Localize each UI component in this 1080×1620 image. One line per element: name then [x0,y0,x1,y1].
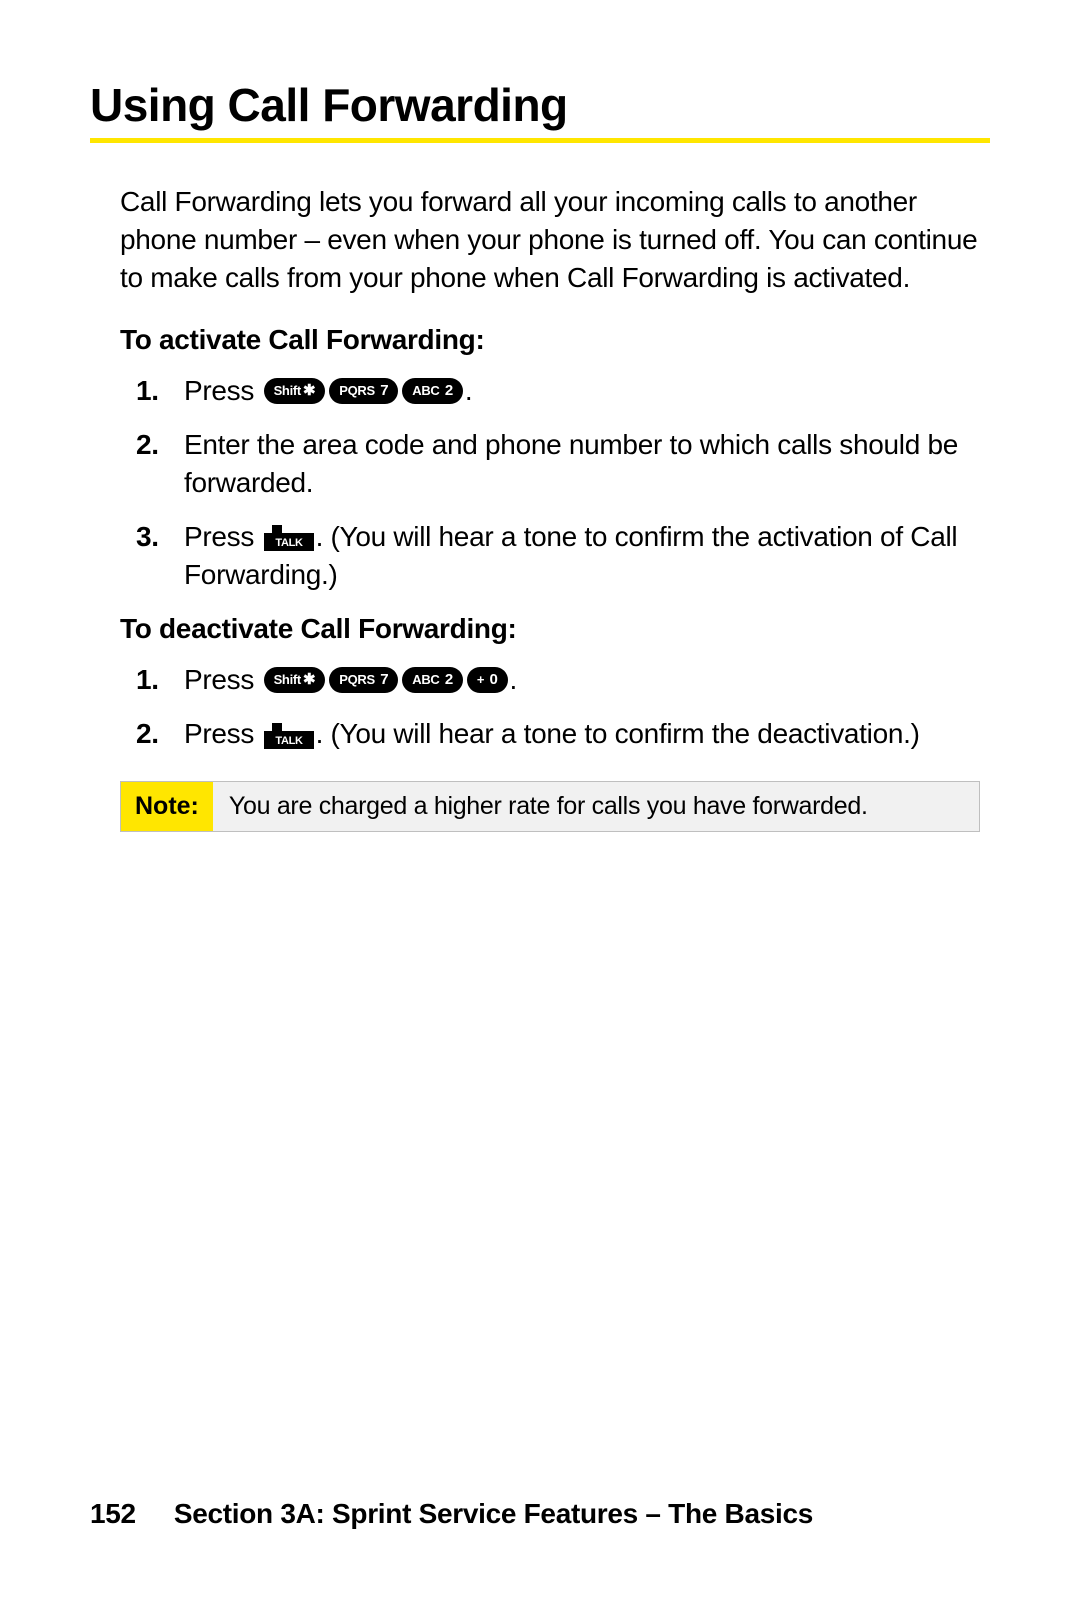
step-text: Press [184,375,262,406]
step-text: Press [184,718,262,749]
key-plus-0: + 0 [467,667,508,693]
step-text: Press [184,521,262,552]
step-text: . [465,375,472,406]
key-shift-star: Shift✱ [264,667,326,693]
activate-steps: Press Shift✱PQRS 7ABC 2. Enter the area … [120,372,980,593]
activate-step-2: Enter the area code and phone number to … [184,426,980,502]
section-label: Section 3A: Sprint Service Features – Th… [174,1498,813,1529]
note-text: You are charged a higher rate for calls … [213,782,979,831]
key-abc-2: ABC 2 [402,378,463,404]
step-text: . (You will hear a tone to confirm the d… [316,718,920,749]
key-pqrs-7: PQRS 7 [329,378,398,404]
deactivate-step-2: Press TALK . (You will hear a tone to co… [184,715,980,753]
activate-heading: To activate Call Forwarding: [120,324,980,356]
activate-step-1: Press Shift✱PQRS 7ABC 2. [184,372,980,410]
svg-text:TALK: TALK [275,537,303,549]
step-text: . [510,664,517,695]
activate-step-3: Press TALK . (You will hear a tone to co… [184,518,980,594]
page-title: Using Call Forwarding [90,78,990,143]
step-text: Press [184,664,262,695]
svg-text:TALK: TALK [275,735,303,747]
key-shift-star: Shift✱ [264,378,326,404]
key-talk-icon: TALK [264,719,314,749]
deactivate-steps: Press Shift✱PQRS 7ABC 2+ 0. Press TALK .… [120,661,980,753]
key-pqrs-7: PQRS 7 [329,667,398,693]
key-abc-2: ABC 2 [402,667,463,693]
intro-paragraph: Call Forwarding lets you forward all you… [120,183,980,296]
deactivate-step-1: Press Shift✱PQRS 7ABC 2+ 0. [184,661,980,699]
manual-page: Using Call Forwarding Call Forwarding le… [0,0,1080,1620]
deactivate-heading: To deactivate Call Forwarding: [120,613,980,645]
content-area: Call Forwarding lets you forward all you… [90,183,990,832]
note-box: Note: You are charged a higher rate for … [120,781,980,832]
key-talk-icon: TALK [264,521,314,551]
note-label: Note: [121,782,213,831]
page-number: 152 [90,1498,136,1530]
page-footer: 152 Section 3A: Sprint Service Features –… [90,1498,813,1530]
